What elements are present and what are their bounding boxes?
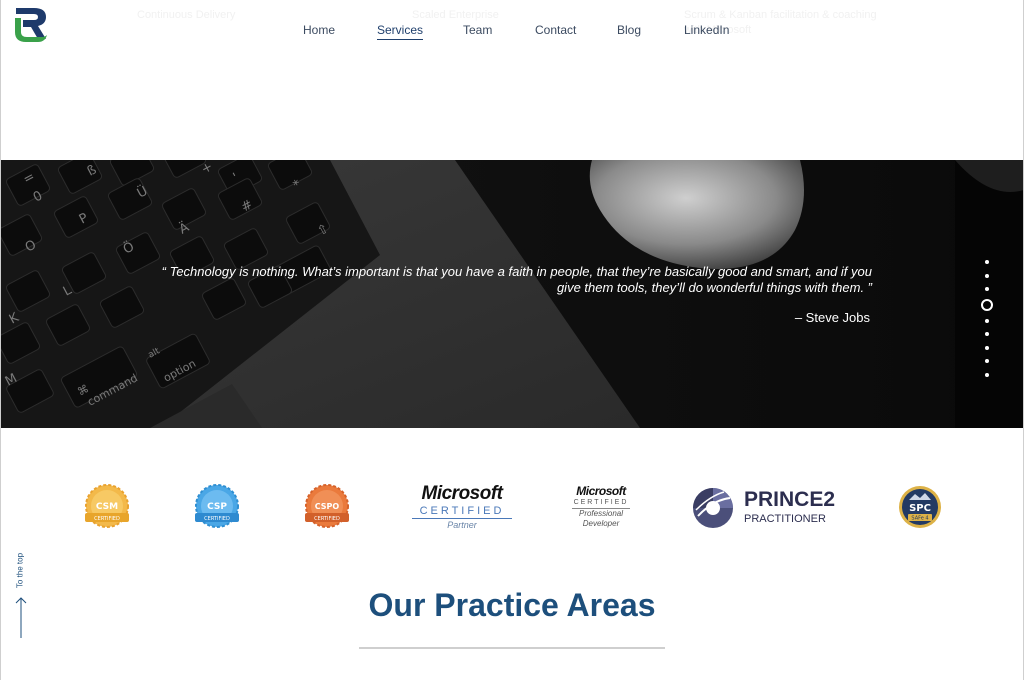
to-top-label: To the top bbox=[15, 552, 25, 589]
nav-team[interactable]: Team bbox=[463, 23, 492, 37]
nav-home[interactable]: Home bbox=[303, 23, 335, 37]
csm-badge-top: CSM bbox=[96, 502, 118, 512]
prince2-swirl-icon bbox=[693, 488, 733, 528]
slider-dot[interactable] bbox=[985, 287, 989, 291]
slider-dot[interactable] bbox=[985, 359, 989, 363]
slider-dot-active[interactable] bbox=[981, 298, 993, 311]
slider-dot[interactable] bbox=[985, 273, 989, 278]
cspo-badge: CSPO CERTIFIED bbox=[302, 483, 352, 536]
ghost-text-right-1: Scrum & Kanban facilitation & coaching bbox=[684, 9, 877, 21]
slider-dot[interactable] bbox=[985, 332, 989, 336]
ms-developer-badge: Microsoft CERTIFIED Professional Develop… bbox=[568, 485, 634, 529]
ms-developer-sub2: Developer bbox=[582, 519, 620, 528]
arrow-up-icon bbox=[15, 597, 27, 638]
slider-dot[interactable] bbox=[985, 260, 989, 264]
hero-quote: “ Technology is nothing. What’s importan… bbox=[161, 264, 872, 295]
csp-seal-icon: CSP CERTIFIED bbox=[195, 484, 239, 528]
cspo-badge-top: CSPO bbox=[315, 502, 340, 511]
cspo-badge-bottom: CERTIFIED bbox=[314, 516, 340, 522]
spc-shield-icon: SPC SAFe 4 bbox=[899, 486, 941, 528]
title-divider bbox=[359, 647, 665, 649]
ms-developer-word: Microsoft bbox=[576, 484, 626, 498]
hero-slider: = 0 ß Ü P O Ö Ä L K M command option alt… bbox=[0, 160, 1024, 428]
ms-partner-cert: CERTIFIED bbox=[412, 504, 512, 519]
csp-badge-bottom: CERTIFIED bbox=[204, 516, 230, 522]
nav-linkedin[interactable]: LinkedIn bbox=[684, 23, 729, 37]
main-nav: Home Services Team Contact Blog LinkedIn bbox=[0, 23, 1024, 43]
slider-dots bbox=[981, 260, 993, 386]
csm-badge: CSM CERTIFIED bbox=[82, 483, 132, 536]
slider-dot[interactable] bbox=[985, 318, 989, 323]
ms-developer-sub1: Professional bbox=[578, 509, 624, 518]
spc-badge-bottom: SAFe 4 bbox=[911, 516, 928, 522]
csm-badge-bottom: CERTIFIED bbox=[94, 516, 120, 522]
ghost-text-mid: Scaled Enterprise bbox=[412, 9, 499, 21]
nav-blog[interactable]: Blog bbox=[617, 23, 641, 37]
ms-developer-cert: CERTIFIED bbox=[572, 498, 630, 509]
nav-contact[interactable]: Contact bbox=[535, 23, 576, 37]
section-title: Our Practice Areas bbox=[368, 587, 656, 623]
nav-services[interactable]: Services bbox=[377, 23, 424, 40]
ms-partner-sub: Partner bbox=[447, 520, 477, 530]
spc-badge: SPC SAFe 4 bbox=[897, 484, 943, 535]
ms-partner-badge: Microsoft CERTIFIED Partner bbox=[406, 484, 518, 531]
ghost-text-left: Continuous Delivery bbox=[137, 9, 236, 21]
csm-seal-icon: CSM CERTIFIED bbox=[85, 484, 129, 528]
slider-dot[interactable] bbox=[985, 345, 989, 350]
slider-dot[interactable] bbox=[985, 372, 989, 377]
prince2-word: PRINCE2 bbox=[744, 488, 836, 511]
csp-badge-top: CSP bbox=[207, 502, 227, 512]
prince2-sub: PRACTITIONER bbox=[744, 513, 826, 525]
to-top-link[interactable]: To the top bbox=[12, 552, 30, 642]
prince2-badge: PRINCE2 PRACTITIONER bbox=[690, 486, 840, 530]
csp-badge: CSP CERTIFIED bbox=[192, 483, 242, 536]
ms-partner-word: Microsoft bbox=[421, 483, 504, 504]
hero-quote-author: – Steve Jobs bbox=[794, 310, 870, 325]
spc-badge-top: SPC bbox=[909, 503, 931, 514]
cspo-seal-icon: CSPO CERTIFIED bbox=[305, 484, 349, 528]
